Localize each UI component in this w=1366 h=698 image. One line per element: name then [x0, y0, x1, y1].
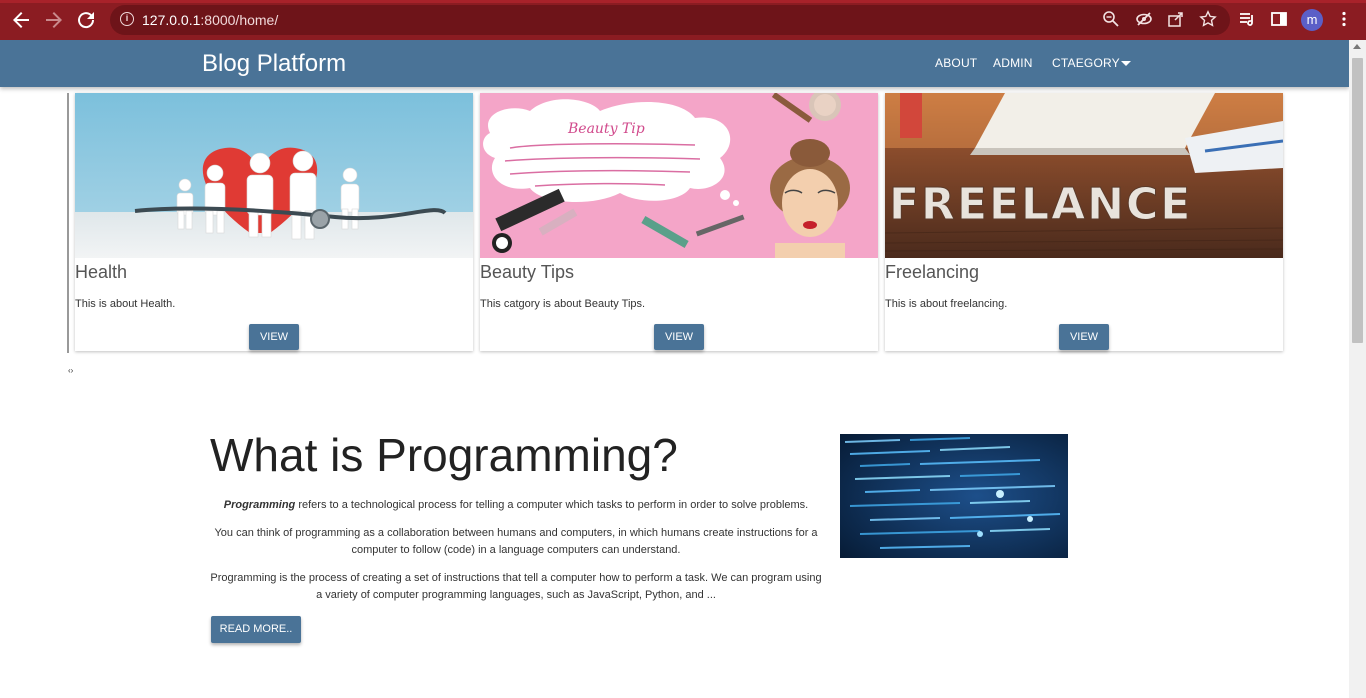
nav-category[interactable]: CTAEGORY [1052, 56, 1120, 70]
brand-logo[interactable]: Blog Platform [202, 50, 346, 78]
page-viewport: Blog Platform ABOUT ADMIN CTAEGORY Healt… [0, 40, 1349, 698]
read-more-button[interactable]: READ MORE.. [211, 616, 301, 643]
dropdown-caret-icon[interactable] [1121, 61, 1131, 66]
back-icon[interactable] [9, 8, 33, 32]
category-title: Beauty Tips [480, 262, 575, 282]
scroll-up-icon[interactable] [1353, 44, 1361, 49]
freelance-word: FREELANCE [889, 179, 1192, 230]
carousel-edge [67, 93, 69, 353]
programming-image [840, 434, 1068, 558]
beauty-heading: Beauty Tip [567, 121, 645, 137]
article-emphasis: Programming [223, 499, 296, 511]
category-card-freelancing: FREELANCE Freelancing This is about free… [885, 93, 1283, 351]
carousel-indicator[interactable]: ‹› [68, 366, 73, 375]
category-title: Freelancing [885, 262, 980, 282]
article-paragraph-3: Programming is the process of creating a… [210, 572, 822, 601]
article-title: What is Programming? [210, 429, 678, 481]
share-icon[interactable] [1166, 10, 1186, 30]
category-card-beauty-tips: Beauty Tip Beauty Tips This catgory is a… [480, 93, 878, 351]
address-bar[interactable]: i 127.0.0.1:8000/home/ [110, 5, 1230, 35]
article-paragraph-2: You can think of programming as a collab… [214, 527, 818, 556]
tracking-off-icon[interactable] [1134, 10, 1154, 30]
zoom-icon[interactable] [1101, 10, 1121, 30]
nav-about[interactable]: ABOUT [935, 56, 977, 70]
category-card-health: Health This is about Health. VIEW [75, 93, 473, 351]
avatar[interactable]: m [1301, 9, 1323, 31]
category-description: This catgory is about Beauty Tips. [480, 298, 646, 310]
category-title: Health [75, 262, 128, 282]
info-icon[interactable]: i [120, 12, 134, 26]
category-description: This is about Health. [75, 298, 176, 310]
menu-icon[interactable] [1334, 10, 1354, 30]
scroll-thumb[interactable] [1352, 58, 1363, 343]
site-navbar: Blog Platform ABOUT ADMIN CTAEGORY [0, 40, 1349, 87]
health-image [75, 93, 473, 258]
side-panel-icon[interactable] [1269, 10, 1289, 30]
url-text[interactable]: 127.0.0.1:8000/home/ [142, 12, 278, 28]
beauty-tips-image: Beauty Tip [480, 93, 878, 258]
view-beauty-tips-button[interactable]: VIEW [654, 324, 704, 350]
forward-icon[interactable] [42, 8, 66, 32]
article-paragraph-1: Programming refers to a technological pr… [210, 497, 822, 514]
tab-strip [0, 0, 1366, 3]
view-health-button[interactable]: VIEW [249, 324, 299, 350]
star-icon[interactable] [1198, 10, 1218, 30]
page-scrollbar[interactable] [1349, 40, 1366, 698]
reading-list-icon[interactable] [1237, 10, 1257, 30]
article-paragraph-1-text: refers to a technological process for te… [295, 499, 809, 511]
browser-toolbar: i 127.0.0.1:8000/home/ m [0, 0, 1366, 40]
category-description: This is about freelancing. [885, 298, 1008, 310]
view-freelancing-button[interactable]: VIEW [1059, 324, 1109, 350]
nav-admin[interactable]: ADMIN [993, 56, 1033, 70]
freelancing-image: FREELANCE [885, 93, 1283, 258]
url-host: 127.0.0.1 [142, 12, 201, 28]
url-path: :8000/home/ [200, 12, 279, 28]
reload-icon[interactable] [74, 8, 98, 32]
